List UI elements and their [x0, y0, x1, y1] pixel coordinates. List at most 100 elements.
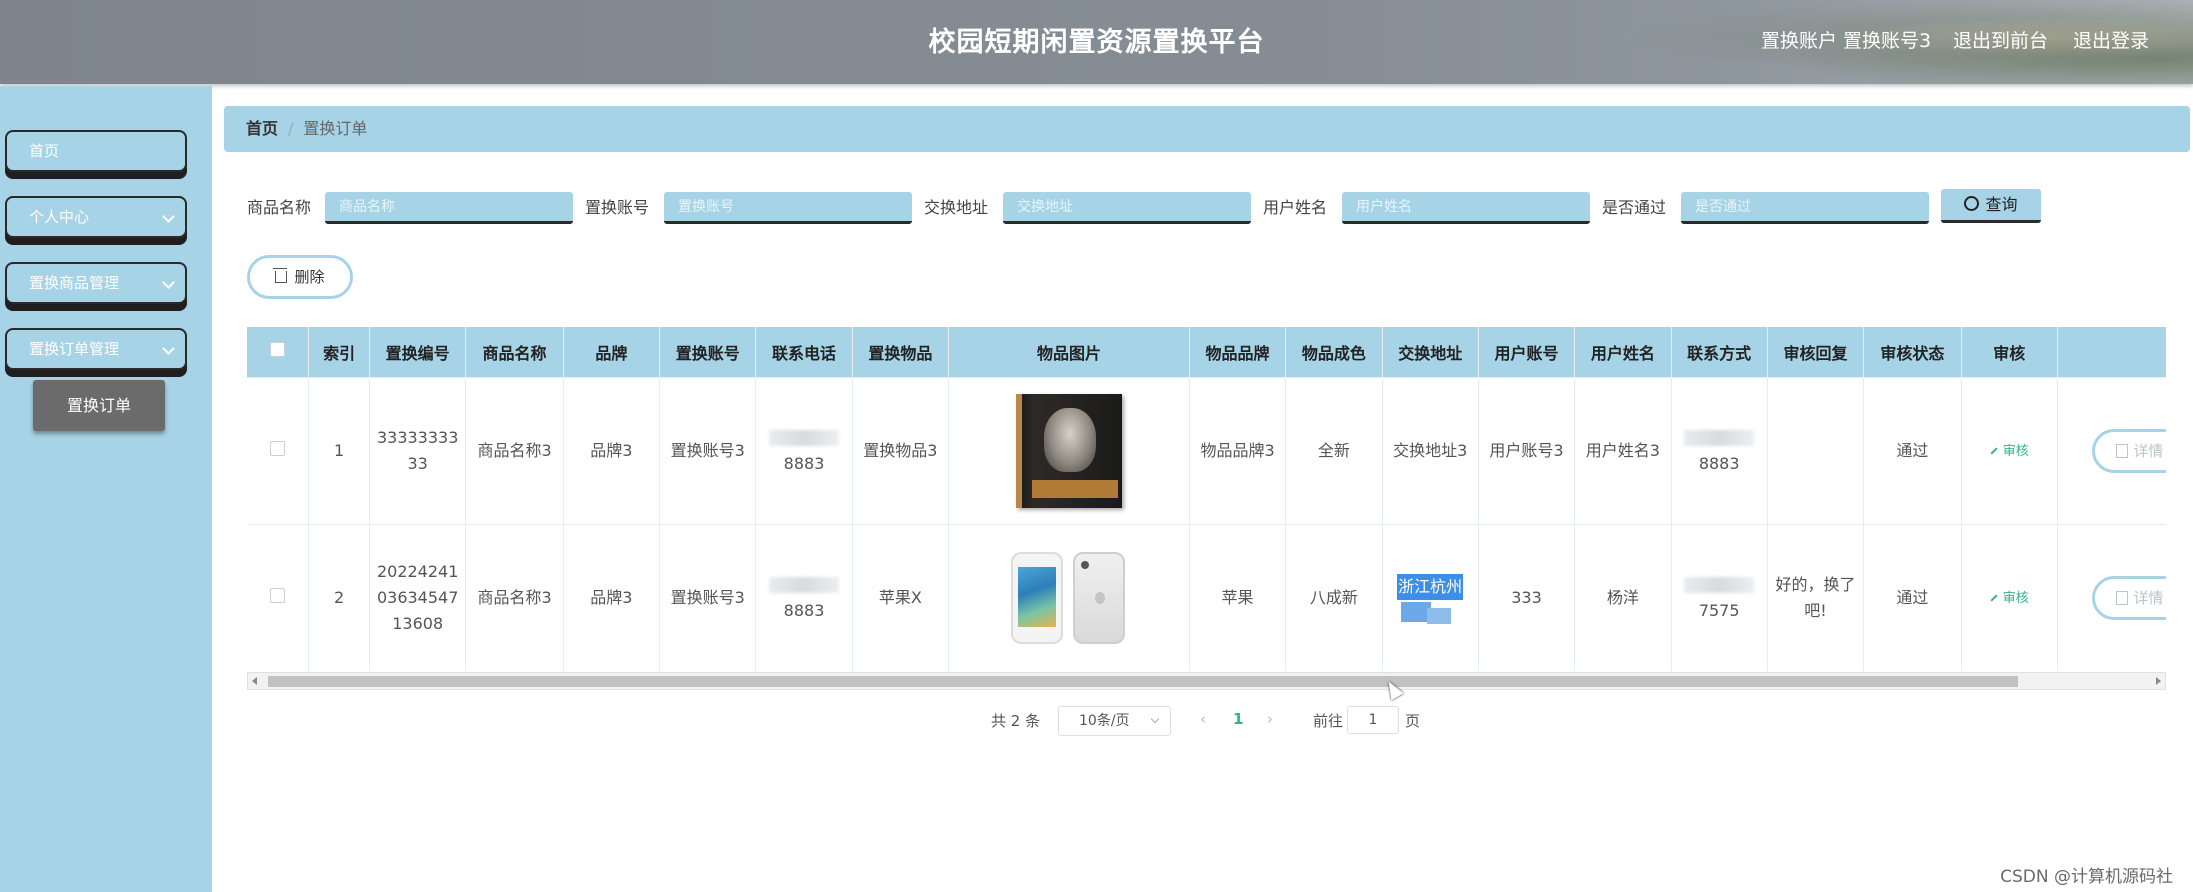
sidebar: 首页 个人中心 置换商品管理 置换订单管理 置换订单: [0, 86, 212, 892]
col-header: 审核状态: [1863, 327, 1962, 378]
scrollbar-thumb[interactable]: [268, 676, 2018, 687]
cell-reply: [1767, 377, 1865, 525]
col-header: 用户账号: [1478, 327, 1576, 378]
search-label-user-name: 用户姓名: [1263, 198, 1328, 217]
watermark: CSDN @计算机源码社: [2000, 867, 2173, 887]
sidebar-item-label: 首页: [29, 142, 60, 160]
table-header-row: 索引 置换编号 商品名称 品牌 置换账号 联系电话 置换物品 物品图片 物品品牌…: [247, 327, 2166, 378]
cell-image: [948, 377, 1190, 525]
page-number-current[interactable]: 1: [1233, 710, 1243, 728]
logout-link[interactable]: 退出登录: [2073, 26, 2149, 53]
delete-button[interactable]: 删除: [247, 255, 353, 299]
user-name-input[interactable]: [1342, 192, 1590, 224]
cell-reply: 好的，换了吧!: [1767, 524, 1865, 671]
account-label: 置换账户 置换账号3: [1761, 30, 1932, 52]
scroll-left-icon[interactable]: [252, 677, 257, 685]
document-icon: [2116, 443, 2129, 458]
audit-link[interactable]: 审核: [1990, 591, 2029, 606]
cell-condition: 八成新: [1285, 524, 1383, 671]
sidebar-item-label: 置换商品管理: [29, 274, 120, 292]
select-all-checkbox[interactable]: [270, 342, 286, 358]
row-checkbox[interactable]: [270, 587, 286, 603]
col-header: 联系方式: [1671, 327, 1768, 378]
edit-icon: [1990, 446, 1998, 455]
cell-item-brand: 苹果: [1189, 524, 1287, 671]
search-icon: [1964, 196, 1980, 211]
goto-page-input[interactable]: 1: [1347, 706, 1399, 734]
book-cover-image[interactable]: [1015, 393, 1122, 508]
cell-order-no: 3333333333: [369, 377, 467, 525]
sidebar-item-personal-center[interactable]: 个人中心: [5, 196, 187, 238]
search-label-product-name: 商品名称: [247, 198, 312, 217]
cell-actions: 详情: [2057, 377, 2166, 525]
col-header: 用户姓名: [1574, 327, 1672, 378]
chevron-down-icon: [162, 210, 175, 223]
row-checkbox[interactable]: [270, 440, 286, 456]
col-header: 商品名称: [465, 327, 564, 378]
col-header: 交换地址: [1382, 327, 1479, 378]
cell-actions: 详情: [2057, 524, 2166, 671]
chevron-down-icon: [162, 342, 175, 355]
page-size-select[interactable]: 10条/页: [1058, 706, 1171, 736]
cell-product-name: 商品名称3: [465, 377, 564, 525]
cell-swap-item: 苹果X: [852, 524, 950, 671]
chevron-down-icon: [162, 276, 175, 289]
cell-image: [948, 524, 1190, 671]
col-header: 物品品牌: [1189, 327, 1287, 378]
col-header: 物品成色: [1285, 327, 1383, 378]
breadcrumb-home[interactable]: 首页: [246, 119, 278, 138]
sidebar-item-home[interactable]: 首页: [5, 130, 187, 172]
address-image: 浙江杭州: [1397, 570, 1464, 626]
sidebar-subitem-swap-orders[interactable]: 置换订单: [33, 380, 165, 431]
front-link[interactable]: 退出到前台: [1953, 26, 2048, 53]
cell-index: 2: [308, 524, 371, 671]
iphone-image[interactable]: [1010, 550, 1127, 646]
cell-swap-item: 置换物品3: [852, 377, 950, 525]
col-header: 物品图片: [948, 327, 1190, 378]
search-label-swap-account: 置换账号: [585, 198, 650, 217]
query-button[interactable]: 查询: [1941, 189, 2041, 223]
orders-table: 索引 置换编号 商品名称 品牌 置换账号 联系电话 置换物品 物品图片 物品品牌…: [247, 327, 2166, 671]
cell-index: 1: [308, 377, 371, 525]
select-all-cell: [247, 327, 310, 378]
search-label-address: 交换地址: [924, 198, 989, 217]
chevron-down-icon: [1150, 714, 1160, 724]
trash-icon: [273, 268, 288, 283]
cell-status: 通过: [1863, 377, 1962, 525]
cell-user-name: 杨洋: [1574, 524, 1672, 671]
page-suffix: 页: [1405, 712, 1421, 730]
scroll-right-icon[interactable]: [2156, 677, 2161, 685]
product-name-input[interactable]: [325, 192, 573, 224]
goto-label: 前往: [1313, 712, 1344, 730]
document-icon: [2116, 590, 2129, 605]
horizontal-scrollbar[interactable]: [247, 672, 2166, 690]
approved-select[interactable]: [1681, 192, 1929, 224]
cell-status: 通过: [1863, 524, 1962, 671]
cell-address: 浙江杭州: [1382, 524, 1479, 671]
masked-digits: [1684, 430, 1755, 446]
cell-audit: 审核: [1961, 524, 2058, 671]
cell-swap-account: 置换账号3: [659, 524, 757, 671]
cell-order-no: 202242410363454713608: [369, 524, 467, 671]
address-input[interactable]: [1003, 192, 1251, 224]
audit-link[interactable]: 审核: [1990, 444, 2029, 459]
swap-account-input[interactable]: [664, 192, 912, 224]
masked-digits: [769, 577, 840, 593]
sidebar-item-goods-management[interactable]: 置换商品管理: [5, 262, 187, 304]
edit-icon: [1990, 593, 1998, 602]
sidebar-item-label: 个人中心: [29, 208, 90, 226]
detail-button[interactable]: 详情: [2091, 575, 2166, 620]
sidebar-item-label: 置换订单管理: [29, 340, 120, 358]
cell-condition: 全新: [1285, 377, 1383, 525]
search-label-approved: 是否通过: [1602, 198, 1667, 217]
col-header: 审核: [1961, 327, 2058, 378]
prev-page-icon[interactable]: ‹: [1200, 710, 1206, 728]
cell-audit: 审核: [1961, 377, 2058, 525]
cell-contact: 7575: [1671, 524, 1768, 671]
table-row: 1 3333333333 商品名称3 品牌3 置换账号3 8883 置换物品3 …: [247, 377, 2166, 525]
sidebar-item-order-management[interactable]: 置换订单管理: [5, 328, 187, 370]
cell-brand: 品牌3: [563, 377, 661, 525]
next-page-icon[interactable]: ›: [1267, 710, 1273, 728]
detail-button[interactable]: 详情: [2091, 428, 2166, 473]
masked-digits: [769, 430, 840, 446]
